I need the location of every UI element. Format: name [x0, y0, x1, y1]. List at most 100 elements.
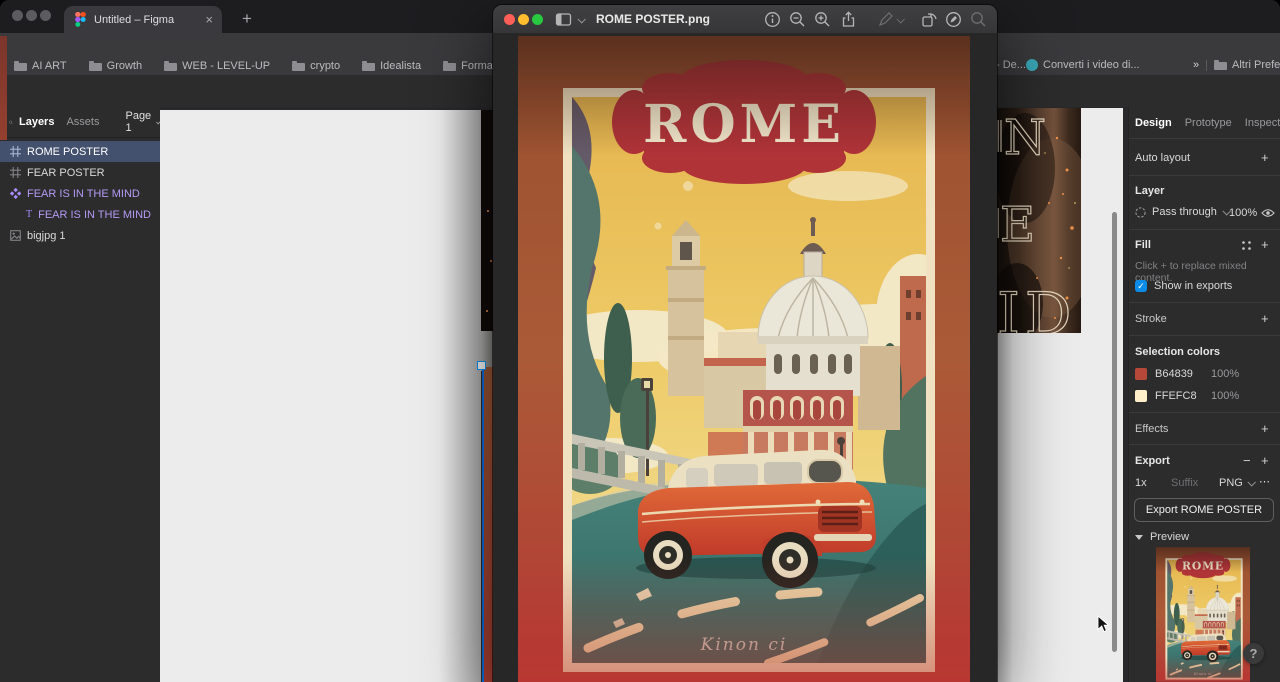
bookmark-converti[interactable]: Converti i video di...	[1026, 59, 1140, 71]
page-selector[interactable]: Page 1	[125, 110, 151, 134]
search-icon[interactable]	[970, 11, 987, 28]
tab-inspect[interactable]: Inspect	[1245, 117, 1280, 129]
bookmark-de[interactable]: - De...	[996, 59, 1026, 71]
layer-row-rome-poster[interactable]: ROME POSTER	[0, 141, 160, 162]
tab-close-icon[interactable]: ×	[205, 12, 213, 27]
fear-letter-n: N	[1004, 110, 1046, 166]
export-button[interactable]: Export ROME POSTER	[1134, 498, 1274, 522]
fear-letter-id: ID	[997, 280, 1076, 333]
selection-handle[interactable]	[477, 361, 486, 370]
export-section-label: Export	[1135, 455, 1170, 467]
window-close-button[interactable]	[504, 14, 515, 25]
bookmarks-divider	[1206, 60, 1207, 71]
search-icon[interactable]	[9, 117, 13, 128]
bookmark-altri-preferiti[interactable]: Altri Preferiti	[1214, 59, 1280, 71]
color-swatch-cream[interactable]	[1135, 390, 1147, 402]
export-preview-thumbnail	[1156, 547, 1250, 682]
preview-content	[493, 33, 997, 682]
bookmark-folder[interactable]: Idealista	[362, 60, 421, 72]
new-tab-button[interactable]: +	[234, 6, 260, 32]
folder-icon	[292, 61, 305, 71]
layer-row-fear-text[interactable]: T FEAR IS IN THE MIND	[0, 204, 160, 225]
stroke-section-label: Stroke	[1135, 313, 1167, 325]
folder-icon	[89, 61, 102, 71]
chevron-down-icon[interactable]	[896, 15, 904, 23]
tab-title: Untitled – Figma	[94, 14, 201, 26]
blend-mode-select[interactable]: Pass through	[1135, 206, 1229, 218]
checkbox-checked-icon[interactable]: ✓	[1135, 280, 1147, 292]
folder-icon	[1214, 60, 1227, 70]
browser-close-button[interactable]	[12, 10, 23, 21]
rotate-icon[interactable]	[921, 11, 938, 28]
converti-icon	[1026, 59, 1038, 71]
artboard-left[interactable]	[160, 110, 481, 682]
component-icon	[10, 188, 21, 199]
selection-colors-label: Selection colors	[1135, 346, 1220, 358]
selection-color-row[interactable]: FFEFC8 100%	[1135, 390, 1239, 402]
tab-assets[interactable]: Assets	[66, 116, 99, 128]
fill-styles-icon[interactable]	[1241, 240, 1252, 251]
folder-icon	[443, 61, 456, 71]
export-format-select[interactable]: PNG	[1219, 477, 1254, 489]
layer-opacity-field[interactable]: 100%	[1229, 207, 1257, 219]
auto-layout-label: Auto layout	[1135, 152, 1190, 164]
selection-outline	[482, 367, 484, 682]
background-window-sliver	[0, 36, 7, 140]
preview-titlebar[interactable]: ROME POSTER.png	[493, 5, 997, 34]
bookmark-folder[interactable]: AI ART	[14, 60, 67, 72]
fear-poster-fragment[interactable]: N E ID	[997, 108, 1081, 333]
export-suffix-input[interactable]: Suffix	[1171, 477, 1198, 489]
tab-prototype[interactable]: Prototype	[1185, 117, 1232, 129]
effects-add-icon[interactable]: +	[1261, 421, 1269, 436]
bookmarks-overflow-icon[interactable]: »	[1193, 59, 1199, 71]
stroke-add-icon[interactable]: +	[1261, 311, 1269, 326]
layer-row-bigjpg[interactable]: bigjpg 1	[0, 225, 160, 246]
color-swatch-red[interactable]	[1135, 368, 1147, 380]
preview-window-title: ROME POSTER.png	[596, 12, 710, 26]
frame-icon	[10, 146, 21, 157]
share-icon[interactable]	[840, 11, 857, 28]
rome-poster-image	[518, 36, 970, 682]
auto-layout-add-icon[interactable]: +	[1261, 150, 1269, 165]
zoom-out-icon[interactable]	[789, 11, 806, 28]
disclosure-triangle-icon	[1135, 535, 1143, 540]
export-options-icon[interactable]: ⋯	[1259, 475, 1271, 488]
browser-zoom-button[interactable]	[40, 10, 51, 21]
window-minimize-button[interactable]	[518, 14, 529, 25]
figma-favicon	[75, 12, 86, 27]
effects-section-label: Effects	[1135, 423, 1168, 435]
show-in-exports-row[interactable]: ✓ Show in exports	[1135, 280, 1232, 292]
tab-design[interactable]: Design	[1135, 117, 1172, 129]
bookmark-folder[interactable]: WEB - LEVEL-UP	[164, 60, 270, 72]
preview-sidebar-icon[interactable]	[555, 11, 572, 28]
bookmark-folder[interactable]: Growth	[89, 60, 142, 72]
markup-circle-icon[interactable]	[945, 11, 962, 28]
export-scale-select[interactable]: 1x	[1135, 477, 1147, 489]
mouse-cursor	[1097, 615, 1109, 633]
fill-add-icon[interactable]: +	[1261, 237, 1269, 252]
bookmark-folder[interactable]: crypto	[292, 60, 340, 72]
canvas-scrollbar[interactable]	[1112, 212, 1117, 652]
window-zoom-button[interactable]	[532, 14, 543, 25]
folder-icon	[362, 61, 375, 71]
preview-disclosure[interactable]: Preview	[1135, 531, 1189, 543]
tab-layers[interactable]: Layers	[19, 116, 54, 128]
chevron-down-icon[interactable]	[577, 15, 585, 23]
layer-row-fear-poster[interactable]: FEAR POSTER	[0, 162, 160, 183]
help-button[interactable]: ?	[1243, 643, 1264, 664]
selection-color-row[interactable]: B64839 100%	[1135, 368, 1239, 380]
browser-minimize-button[interactable]	[26, 10, 37, 21]
markup-pen-icon[interactable]	[877, 11, 894, 28]
layers-panel: Layers Assets Page 1 ROME POSTER FEAR PO…	[0, 107, 160, 682]
export-remove-icon[interactable]: −	[1243, 453, 1251, 468]
text-layer-icon: T	[26, 209, 32, 220]
folder-icon	[164, 61, 177, 71]
layer-row-fear-component[interactable]: FEAR IS IN THE MIND	[0, 183, 160, 204]
visibility-eye-icon[interactable]	[1261, 208, 1275, 218]
browser-tab[interactable]: Untitled – Figma ×	[64, 6, 222, 33]
zoom-in-icon[interactable]	[814, 11, 831, 28]
export-add-icon[interactable]: +	[1261, 453, 1269, 468]
info-icon[interactable]	[764, 11, 781, 28]
chevron-down-icon	[1247, 478, 1255, 486]
layer-section-label: Layer	[1135, 185, 1164, 197]
